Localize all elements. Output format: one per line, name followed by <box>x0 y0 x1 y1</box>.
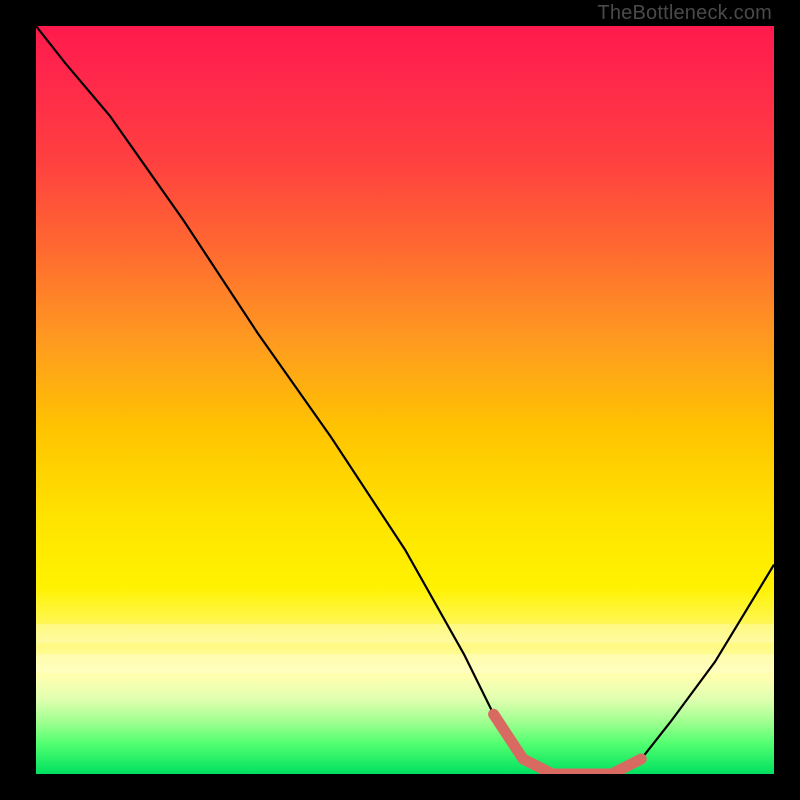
chart-svg <box>36 26 774 774</box>
watermark-text: TheBottleneck.com <box>597 2 772 25</box>
bottleneck-curve <box>36 26 774 774</box>
highlight-segment <box>494 714 642 774</box>
plot-area <box>36 26 774 774</box>
chart-frame: TheBottleneck.com <box>0 0 800 800</box>
